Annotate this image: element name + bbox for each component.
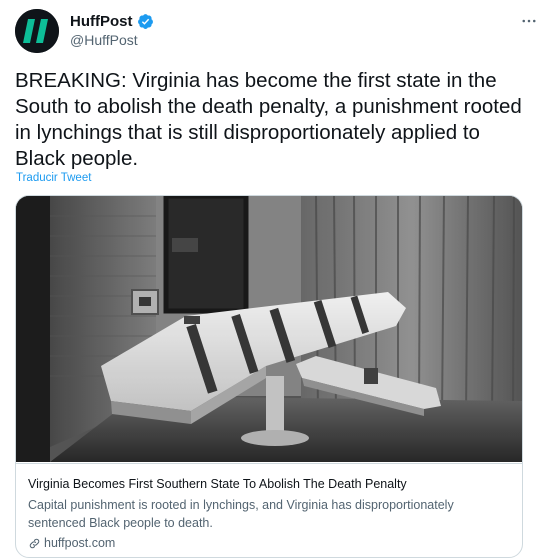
display-name[interactable]: HuffPost bbox=[70, 13, 133, 30]
card-image[interactable] bbox=[16, 196, 522, 462]
card-domain-text: huffpost.com bbox=[44, 536, 116, 550]
execution-chamber-photo bbox=[16, 196, 522, 462]
more-horizontal-icon bbox=[522, 19, 536, 23]
card-title[interactable]: Virginia Becomes First Southern State To… bbox=[28, 477, 407, 491]
more-options-button[interactable] bbox=[518, 10, 540, 32]
card-domain[interactable]: huffpost.com bbox=[28, 536, 115, 550]
link-icon bbox=[29, 538, 40, 548]
link-preview-card[interactable]: Virginia Becomes First Southern State To… bbox=[15, 195, 523, 558]
author-handle[interactable]: @HuffPost bbox=[70, 32, 138, 48]
author-name-row: HuffPost bbox=[70, 13, 154, 30]
verified-badge-icon bbox=[137, 13, 154, 30]
card-body[interactable]: Virginia Becomes First Southern State To… bbox=[16, 463, 522, 557]
card-description: Capital punishment is rooted in lynching… bbox=[28, 498, 454, 530]
tweet: HuffPost @HuffPost BREAKING: Virginia ha… bbox=[0, 0, 558, 559]
tweet-text: BREAKING: Virginia has become the first … bbox=[15, 69, 522, 170]
avatar[interactable] bbox=[15, 9, 59, 53]
huffpost-logo-icon bbox=[15, 9, 59, 53]
translate-tweet-link[interactable]: Traducir Tweet bbox=[16, 172, 91, 184]
